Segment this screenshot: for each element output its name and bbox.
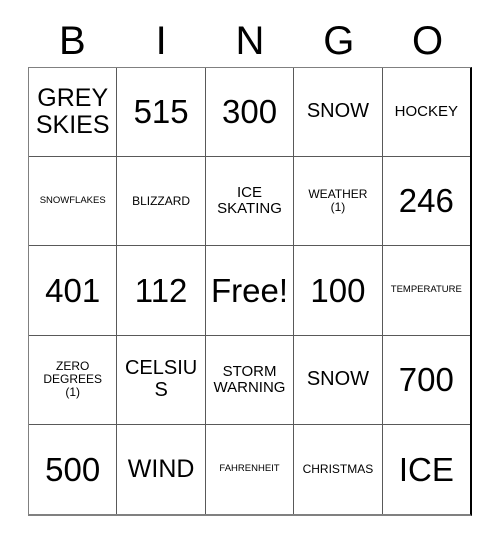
bingo-cell-label: 700 [398, 360, 454, 398]
bingo-row: SNOWFLAKES BLIZZARD ICE SKATING WEATHER … [29, 157, 471, 247]
bingo-row: 500 WIND FAHRENHEIT CHRISTMAS ICE [29, 424, 471, 515]
bingo-cell[interactable]: 700 [382, 335, 471, 425]
bingo-free-space-label: Free! [211, 271, 289, 309]
bingo-cell-label: SNOWFLAKES [39, 195, 106, 207]
bingo-cell-label: 246 [398, 182, 454, 220]
bingo-cell[interactable]: ICE SKATING [205, 157, 295, 247]
bingo-header-letter-n: N [235, 18, 265, 63]
bingo-free-space-cell[interactable]: Free! [205, 246, 295, 336]
bingo-cell-label: ICE [398, 450, 454, 488]
bingo-cell-label: 112 [134, 271, 188, 309]
bingo-cell[interactable]: SNOW [294, 68, 383, 158]
bingo-cell-label: 100 [310, 271, 366, 309]
bingo-cell-label: CHRISTMAS [302, 461, 374, 476]
bingo-cell[interactable]: CHRISTMAS [294, 424, 383, 515]
bingo-cell[interactable]: WEATHER (1) [294, 157, 383, 247]
bingo-cell[interactable]: ZERO DEGREES (1) [29, 335, 118, 425]
bingo-cell-label: 500 [45, 450, 101, 488]
bingo-cell-label: WEATHER (1) [308, 187, 368, 215]
bingo-cell-label: 401 [45, 271, 101, 309]
bingo-grid: GREY SKIES 515 300 SNOW HOCKEY SNOWFLAKE… [28, 67, 472, 516]
bingo-cell[interactable]: FAHRENHEIT [205, 424, 295, 515]
bingo-cell[interactable]: ICE [382, 424, 471, 515]
bingo-header-letter-o: O [412, 18, 444, 63]
bingo-cell-label: STORM WARNING [213, 362, 286, 396]
bingo-cell[interactable]: 112 [117, 246, 206, 336]
bingo-cell-label: BLIZZARD [132, 193, 191, 208]
bingo-cell[interactable]: STORM WARNING [205, 335, 295, 425]
bingo-cell[interactable]: CELSIUS [117, 335, 206, 425]
bingo-header-letter-g: G [323, 18, 355, 63]
bingo-cell-label: 515 [133, 93, 189, 131]
bingo-cell-label: ZERO DEGREES (1) [43, 359, 103, 400]
bingo-cell[interactable]: WIND [117, 424, 206, 515]
bingo-card: B I N G O GREY SKIES 515 300 SNOW HOCKEY… [0, 0, 500, 544]
bingo-cell[interactable]: 100 [294, 246, 383, 336]
bingo-cell[interactable]: HOCKEY [382, 68, 471, 158]
bingo-cell[interactable]: GREY SKIES [29, 68, 118, 158]
bingo-cell-label: FAHRENHEIT [219, 463, 280, 475]
bingo-header-letter-i: I [155, 18, 167, 63]
bingo-row: GREY SKIES 515 300 SNOW HOCKEY [29, 68, 471, 158]
bingo-row: 401 112 Free! 100 TEMPERATURE [29, 246, 471, 336]
bingo-cell[interactable]: 300 [205, 68, 295, 158]
bingo-cell-label: HOCKEY [394, 103, 458, 120]
bingo-row: ZERO DEGREES (1) CELSIUS STORM WARNING S… [29, 335, 471, 425]
bingo-cell-label: ICE SKATING [217, 184, 282, 218]
bingo-cell-label: TEMPERATURE [390, 284, 462, 296]
bingo-cell[interactable]: SNOWFLAKES [29, 157, 118, 247]
bingo-cell-label: GREY SKIES [35, 84, 110, 140]
bingo-cell[interactable]: 246 [382, 157, 471, 247]
bingo-cell-label: WIND [127, 454, 195, 483]
bingo-cell[interactable]: 500 [29, 424, 118, 515]
bingo-header-letter-b: B [59, 18, 86, 63]
bingo-header-row: B I N G O [28, 14, 472, 67]
bingo-cell[interactable]: 401 [29, 246, 118, 336]
bingo-cell-label: CELSIUS [124, 357, 198, 401]
bingo-cell-label: SNOW [306, 100, 370, 123]
bingo-cell[interactable]: TEMPERATURE [382, 246, 471, 336]
bingo-cell[interactable]: 515 [117, 68, 206, 158]
bingo-cell-label: 300 [221, 93, 278, 131]
bingo-cell[interactable]: BLIZZARD [117, 157, 206, 247]
bingo-cell[interactable]: SNOW [294, 335, 383, 425]
bingo-cell-label: SNOW [306, 367, 370, 390]
